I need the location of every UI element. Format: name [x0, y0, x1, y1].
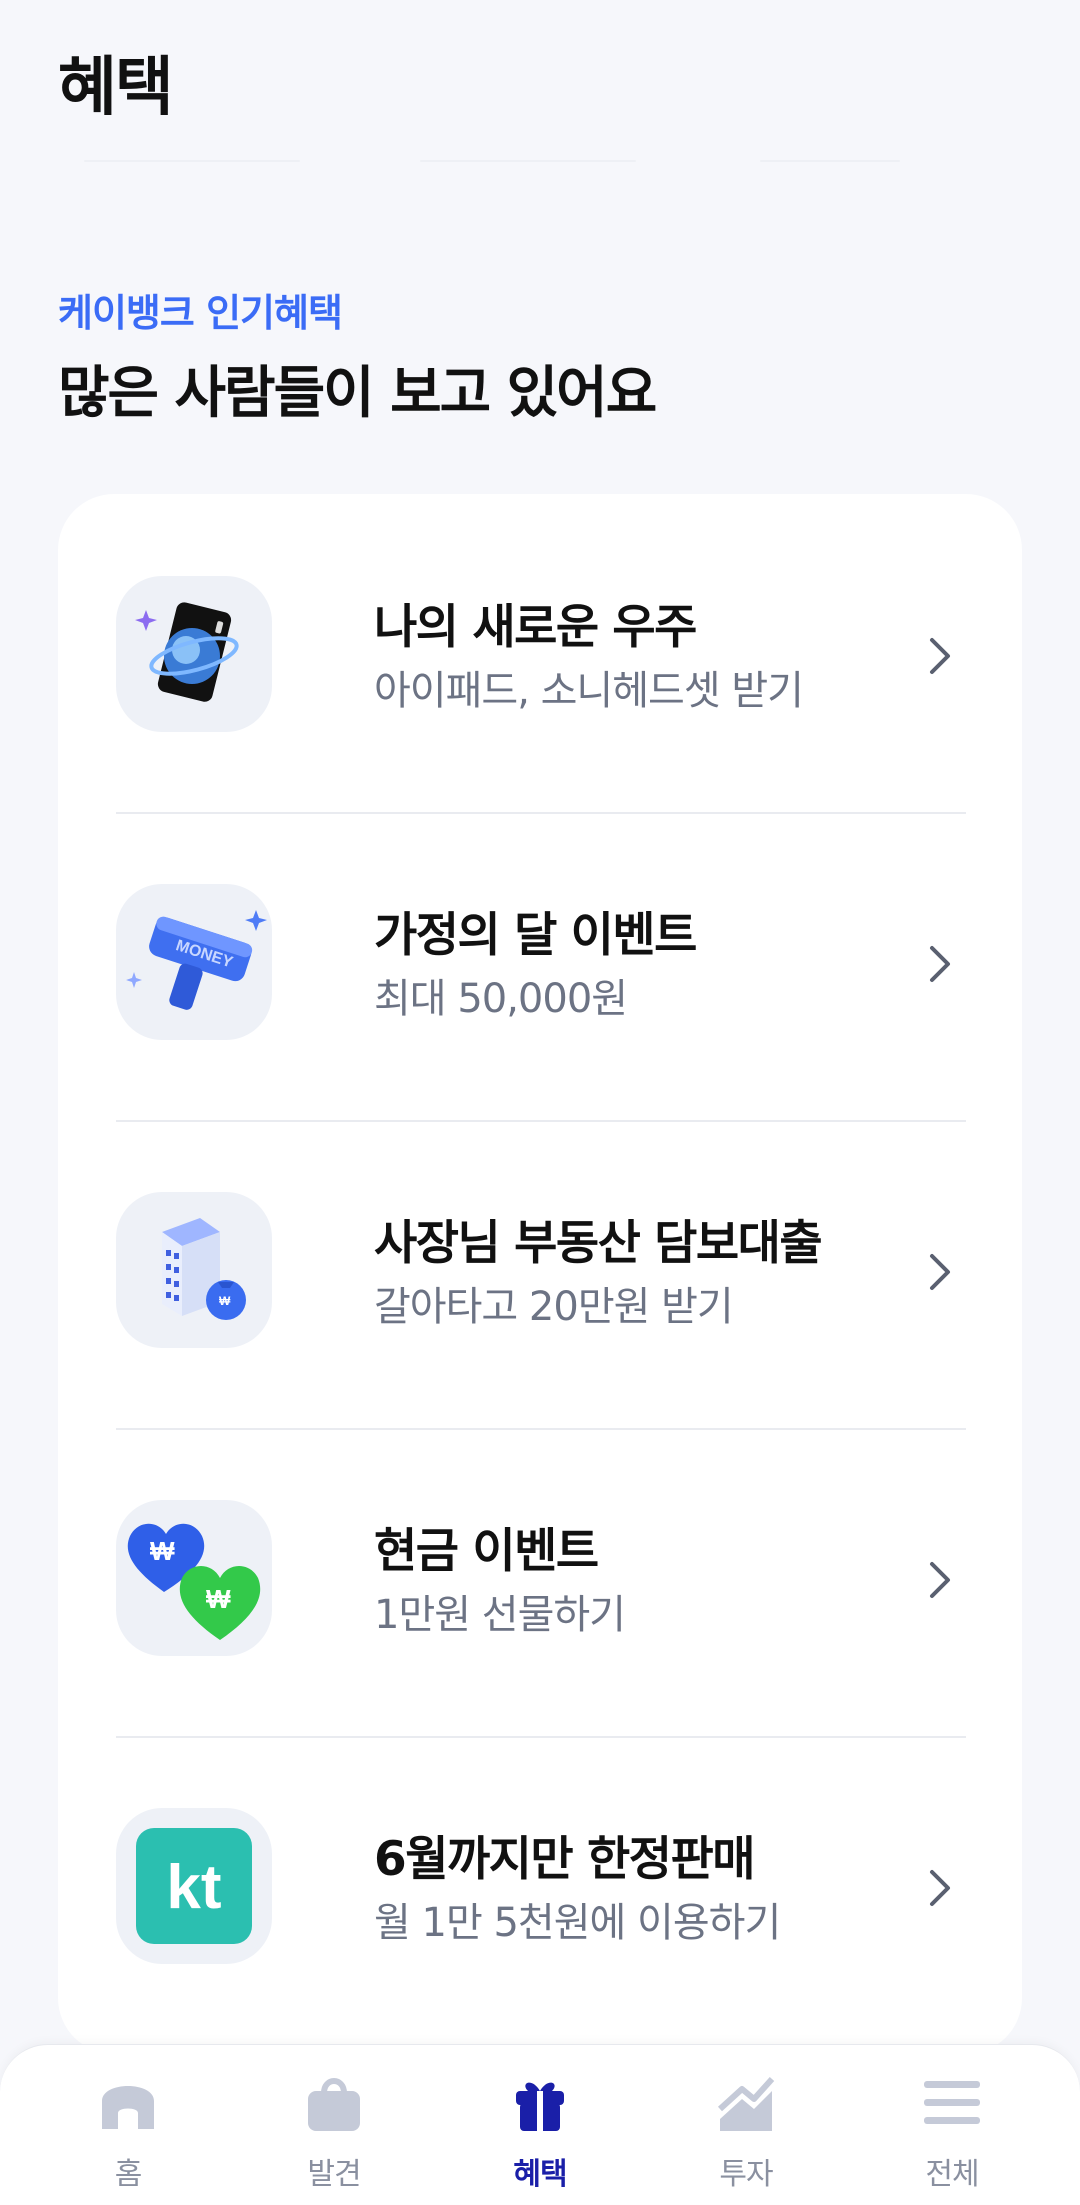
tab-home[interactable]: 홈 [28, 2045, 228, 2205]
chevron-right-icon [930, 1254, 950, 1290]
benefit-subtitle: 아이패드, 소니헤드셋 받기 [374, 668, 804, 714]
money-gun-icon: MONEY [116, 884, 272, 1040]
benefit-subtitle: 1만원 선물하기 [374, 1592, 626, 1638]
chevron-right-icon [930, 638, 950, 674]
tab-label: 혜택 [513, 2157, 567, 2192]
benefit-title: 나의 새로운 우주 [374, 600, 697, 655]
tab-label: 전체 [925, 2157, 979, 2192]
bottom-tab-bar: 홈 발견 혜택 투자 전체 [0, 2044, 1080, 2205]
benefit-item-real-estate-loan[interactable]: ₩ 사장님 부동산 담보대출 갈아타고 20만원 받기 [116, 1110, 966, 1418]
shopping-bag-icon [308, 2078, 360, 2131]
benefit-title: 사장님 부동산 담보대출 [374, 1216, 823, 1271]
tab-all[interactable]: 전체 [852, 2045, 1052, 2205]
home-icon [102, 2086, 154, 2129]
won-hearts-icon: ₩ ₩ [116, 1500, 272, 1656]
benefit-item-limited-sale[interactable]: kt 6월까지만 한정판매 월 1만 5천원에 이용하기 [116, 1726, 966, 2034]
svg-text:kt: kt [166, 1853, 221, 1922]
section-title: 많은 사람들이 보고 있어요 [58, 361, 657, 426]
benefit-item-family-month[interactable]: MONEY 가정의 달 이벤트 최대 50,000원 [116, 802, 966, 1110]
benefit-title: 현금 이벤트 [374, 1524, 599, 1579]
tab-invest[interactable]: 투자 [646, 2045, 846, 2205]
svg-text:₩: ₩ [219, 1294, 231, 1308]
page-title: 혜택 [58, 51, 174, 125]
benefit-subtitle: 갈아타고 20만원 받기 [374, 1284, 734, 1330]
benefit-subtitle: 월 1만 5천원에 이용하기 [374, 1900, 781, 1946]
space-card-icon [116, 576, 272, 732]
benefit-item-space[interactable]: 나의 새로운 우주 아이패드, 소니헤드셋 받기 [116, 494, 966, 802]
header-divider-decoration [0, 160, 1080, 164]
tab-label: 투자 [719, 2157, 773, 2192]
chevron-right-icon [930, 946, 950, 982]
building-money-bag-icon: ₩ [116, 1192, 272, 1348]
chevron-right-icon [930, 1870, 950, 1906]
tab-discover[interactable]: 발견 [234, 2045, 434, 2205]
benefit-item-cash-event[interactable]: ₩ ₩ 현금 이벤트 1만원 선물하기 [116, 1418, 966, 1726]
tab-benefits[interactable]: 혜택 [440, 2045, 640, 2205]
benefit-title: 가정의 달 이벤트 [374, 908, 697, 963]
gift-icon [516, 2082, 564, 2131]
benefit-subtitle: 최대 50,000원 [374, 976, 628, 1022]
svg-text:₩: ₩ [206, 1584, 231, 1614]
menu-icon [924, 2081, 980, 2124]
chart-icon [717, 2076, 775, 2131]
benefit-title: 6월까지만 한정판매 [374, 1832, 756, 1887]
benefits-card: 나의 새로운 우주 아이패드, 소니헤드셋 받기 MONEY 가정의 달 이벤트… [58, 494, 1022, 2054]
tab-label: 홈 [114, 2157, 143, 2192]
svg-text:₩: ₩ [150, 1536, 175, 1566]
chevron-right-icon [930, 1562, 950, 1598]
section-eyebrow: 케이뱅크 인기혜택 [58, 291, 343, 335]
tab-label: 발견 [307, 2157, 361, 2192]
kt-logo-icon: kt [116, 1808, 272, 1964]
